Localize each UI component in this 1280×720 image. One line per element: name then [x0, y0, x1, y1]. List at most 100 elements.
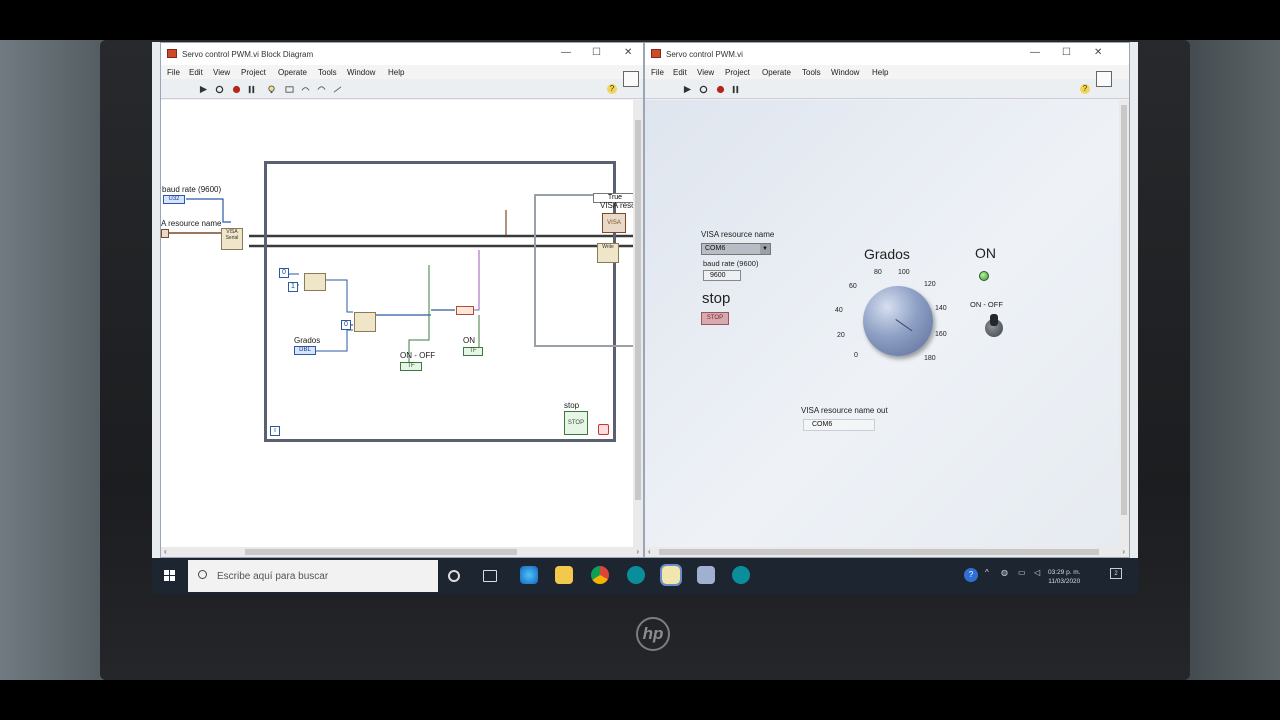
grados-terminal[interactable]: DBL: [294, 346, 316, 355]
abort-icon[interactable]: [716, 85, 725, 94]
menu-file[interactable]: File: [167, 68, 180, 77]
volume-icon[interactable]: ◁: [1034, 568, 1040, 577]
block-diagram-vertical-scrollbar[interactable]: [633, 100, 643, 547]
step-into-icon[interactable]: [301, 85, 310, 94]
menu-view[interactable]: View: [697, 68, 714, 77]
constant-zero-a[interactable]: 0: [279, 268, 289, 278]
step-over-icon[interactable]: [317, 85, 326, 94]
taskbar-clock[interactable]: 03:29 p. m. 11/03/2020: [1048, 568, 1081, 586]
front-panel-vertical-scrollbar[interactable]: [1119, 100, 1129, 547]
pause-icon[interactable]: [731, 85, 740, 94]
minimize-icon[interactable]: —: [561, 47, 571, 58]
case-structure[interactable]: True VISA resource name out VISA Write: [534, 193, 643, 347]
compound-arithmetic-node[interactable]: [304, 273, 326, 291]
close-icon[interactable]: ✕: [1094, 47, 1102, 58]
menu-window[interactable]: Window: [831, 68, 859, 77]
visa-configure-serial-node[interactable]: VISA Serial: [221, 228, 243, 250]
notifications-icon[interactable]: 2: [1110, 568, 1122, 579]
visa-out-indicator[interactable]: VISA: [602, 213, 626, 233]
dropdown-arrow-icon[interactable]: ▼: [760, 244, 770, 254]
arduino-ide-icon[interactable]: [627, 566, 645, 584]
on-off-switch-lever[interactable]: [990, 314, 998, 326]
context-help-icon[interactable]: ?: [1080, 84, 1090, 94]
labview-front-panel-taskbar-icon[interactable]: [697, 566, 715, 584]
on-terminal[interactable]: TF: [463, 347, 483, 356]
step-out-icon[interactable]: [333, 85, 342, 94]
scroll-right-icon[interactable]: ›: [636, 547, 639, 556]
vertical-scroll-thumb[interactable]: [635, 120, 641, 500]
visa-resource-terminal[interactable]: [161, 229, 169, 238]
chevron-up-icon[interactable]: ^: [985, 568, 989, 577]
labview-block-diagram-taskbar-icon[interactable]: [660, 564, 682, 586]
abort-icon[interactable]: [232, 85, 241, 94]
front-panel-titlebar[interactable]: Servo control PWM.vi — ☐ ✕: [645, 43, 1129, 65]
scroll-right-icon[interactable]: ›: [1122, 547, 1125, 556]
number-to-string-node[interactable]: [456, 306, 474, 315]
menu-view[interactable]: View: [213, 68, 230, 77]
constant-zero-b[interactable]: 0: [341, 320, 351, 330]
run-arrow-icon[interactable]: [199, 85, 208, 94]
search-icon: [198, 570, 207, 579]
run-continuously-icon[interactable]: [215, 85, 224, 94]
menu-tools[interactable]: Tools: [802, 68, 821, 77]
maximize-icon[interactable]: ☐: [592, 47, 601, 58]
menu-edit[interactable]: Edit: [189, 68, 203, 77]
stop-button[interactable]: STOP: [701, 312, 729, 325]
maximize-icon[interactable]: ☐: [1062, 47, 1071, 58]
edge-browser-icon[interactable]: [520, 566, 538, 584]
menu-help[interactable]: Help: [872, 68, 888, 77]
menu-project[interactable]: Project: [725, 68, 750, 77]
menu-file[interactable]: File: [651, 68, 664, 77]
visa-resource-control[interactable]: COM6 ▼: [701, 243, 771, 255]
visa-write-node[interactable]: Write: [597, 243, 619, 263]
front-panel-horizontal-scrollbar[interactable]: ‹ ›: [645, 547, 1129, 557]
menu-project[interactable]: Project: [241, 68, 266, 77]
help-tray-icon[interactable]: ?: [964, 568, 978, 582]
on-off-label: ON - OFF: [970, 300, 1003, 309]
menu-edit[interactable]: Edit: [673, 68, 687, 77]
taskbar-search-box[interactable]: Escribe aquí para buscar: [188, 560, 438, 592]
menu-operate[interactable]: Operate: [278, 68, 307, 77]
menu-operate[interactable]: Operate: [762, 68, 791, 77]
context-help-icon[interactable]: ?: [607, 84, 617, 94]
block-diagram-titlebar[interactable]: Servo control PWM.vi Block Diagram — ☐ ✕: [161, 43, 643, 65]
minimize-icon[interactable]: —: [1030, 47, 1040, 58]
battery-icon[interactable]: ▭: [1018, 568, 1026, 577]
build-array-node[interactable]: [354, 312, 376, 332]
run-arrow-icon[interactable]: [683, 85, 692, 94]
vi-icon[interactable]: [1096, 71, 1112, 87]
block-diagram-horizontal-scrollbar[interactable]: ‹ ›: [161, 547, 643, 557]
highlight-execution-icon[interactable]: [267, 85, 276, 94]
photo-stage: hp Servo control PWM.vi Block Diagram — …: [0, 0, 1280, 720]
network-globe-icon[interactable]: ◍: [1001, 568, 1008, 577]
baud-rate-terminal[interactable]: U32: [163, 195, 185, 204]
on-off-terminal[interactable]: TF: [400, 362, 422, 371]
letterbox-top: [0, 0, 1280, 40]
chrome-icon[interactable]: [591, 566, 609, 584]
vi-icon[interactable]: [623, 71, 639, 87]
file-explorer-icon[interactable]: [555, 566, 573, 584]
horizontal-scroll-thumb[interactable]: [659, 549, 1099, 555]
scroll-left-icon[interactable]: ‹: [648, 547, 651, 556]
block-diagram-canvas[interactable]: baud rate (9600) U32 A resource name VIS…: [161, 100, 643, 548]
retain-wire-values-icon[interactable]: [285, 85, 294, 94]
cortana-icon[interactable]: [448, 570, 460, 582]
loop-condition-terminal[interactable]: [598, 424, 609, 435]
menu-window[interactable]: Window: [347, 68, 375, 77]
run-continuously-icon[interactable]: [699, 85, 708, 94]
while-loop[interactable]: i True VISA resource name out VISA Write…: [264, 161, 643, 442]
grados-knob[interactable]: [863, 286, 933, 356]
task-view-icon[interactable]: [483, 570, 497, 582]
menu-tools[interactable]: Tools: [318, 68, 337, 77]
pause-icon[interactable]: [247, 85, 256, 94]
constant-one[interactable]: 1: [288, 282, 298, 292]
vertical-scroll-thumb[interactable]: [1121, 105, 1127, 515]
arduino-serial-icon[interactable]: [732, 566, 750, 584]
close-icon[interactable]: ✕: [624, 47, 632, 58]
stop-terminal[interactable]: STOP: [564, 411, 588, 435]
menu-help[interactable]: Help: [388, 68, 404, 77]
horizontal-scroll-thumb[interactable]: [245, 549, 517, 555]
scroll-left-icon[interactable]: ‹: [164, 547, 167, 556]
windows-start-icon[interactable]: [164, 570, 176, 582]
baud-rate-control[interactable]: 9600: [703, 270, 741, 281]
